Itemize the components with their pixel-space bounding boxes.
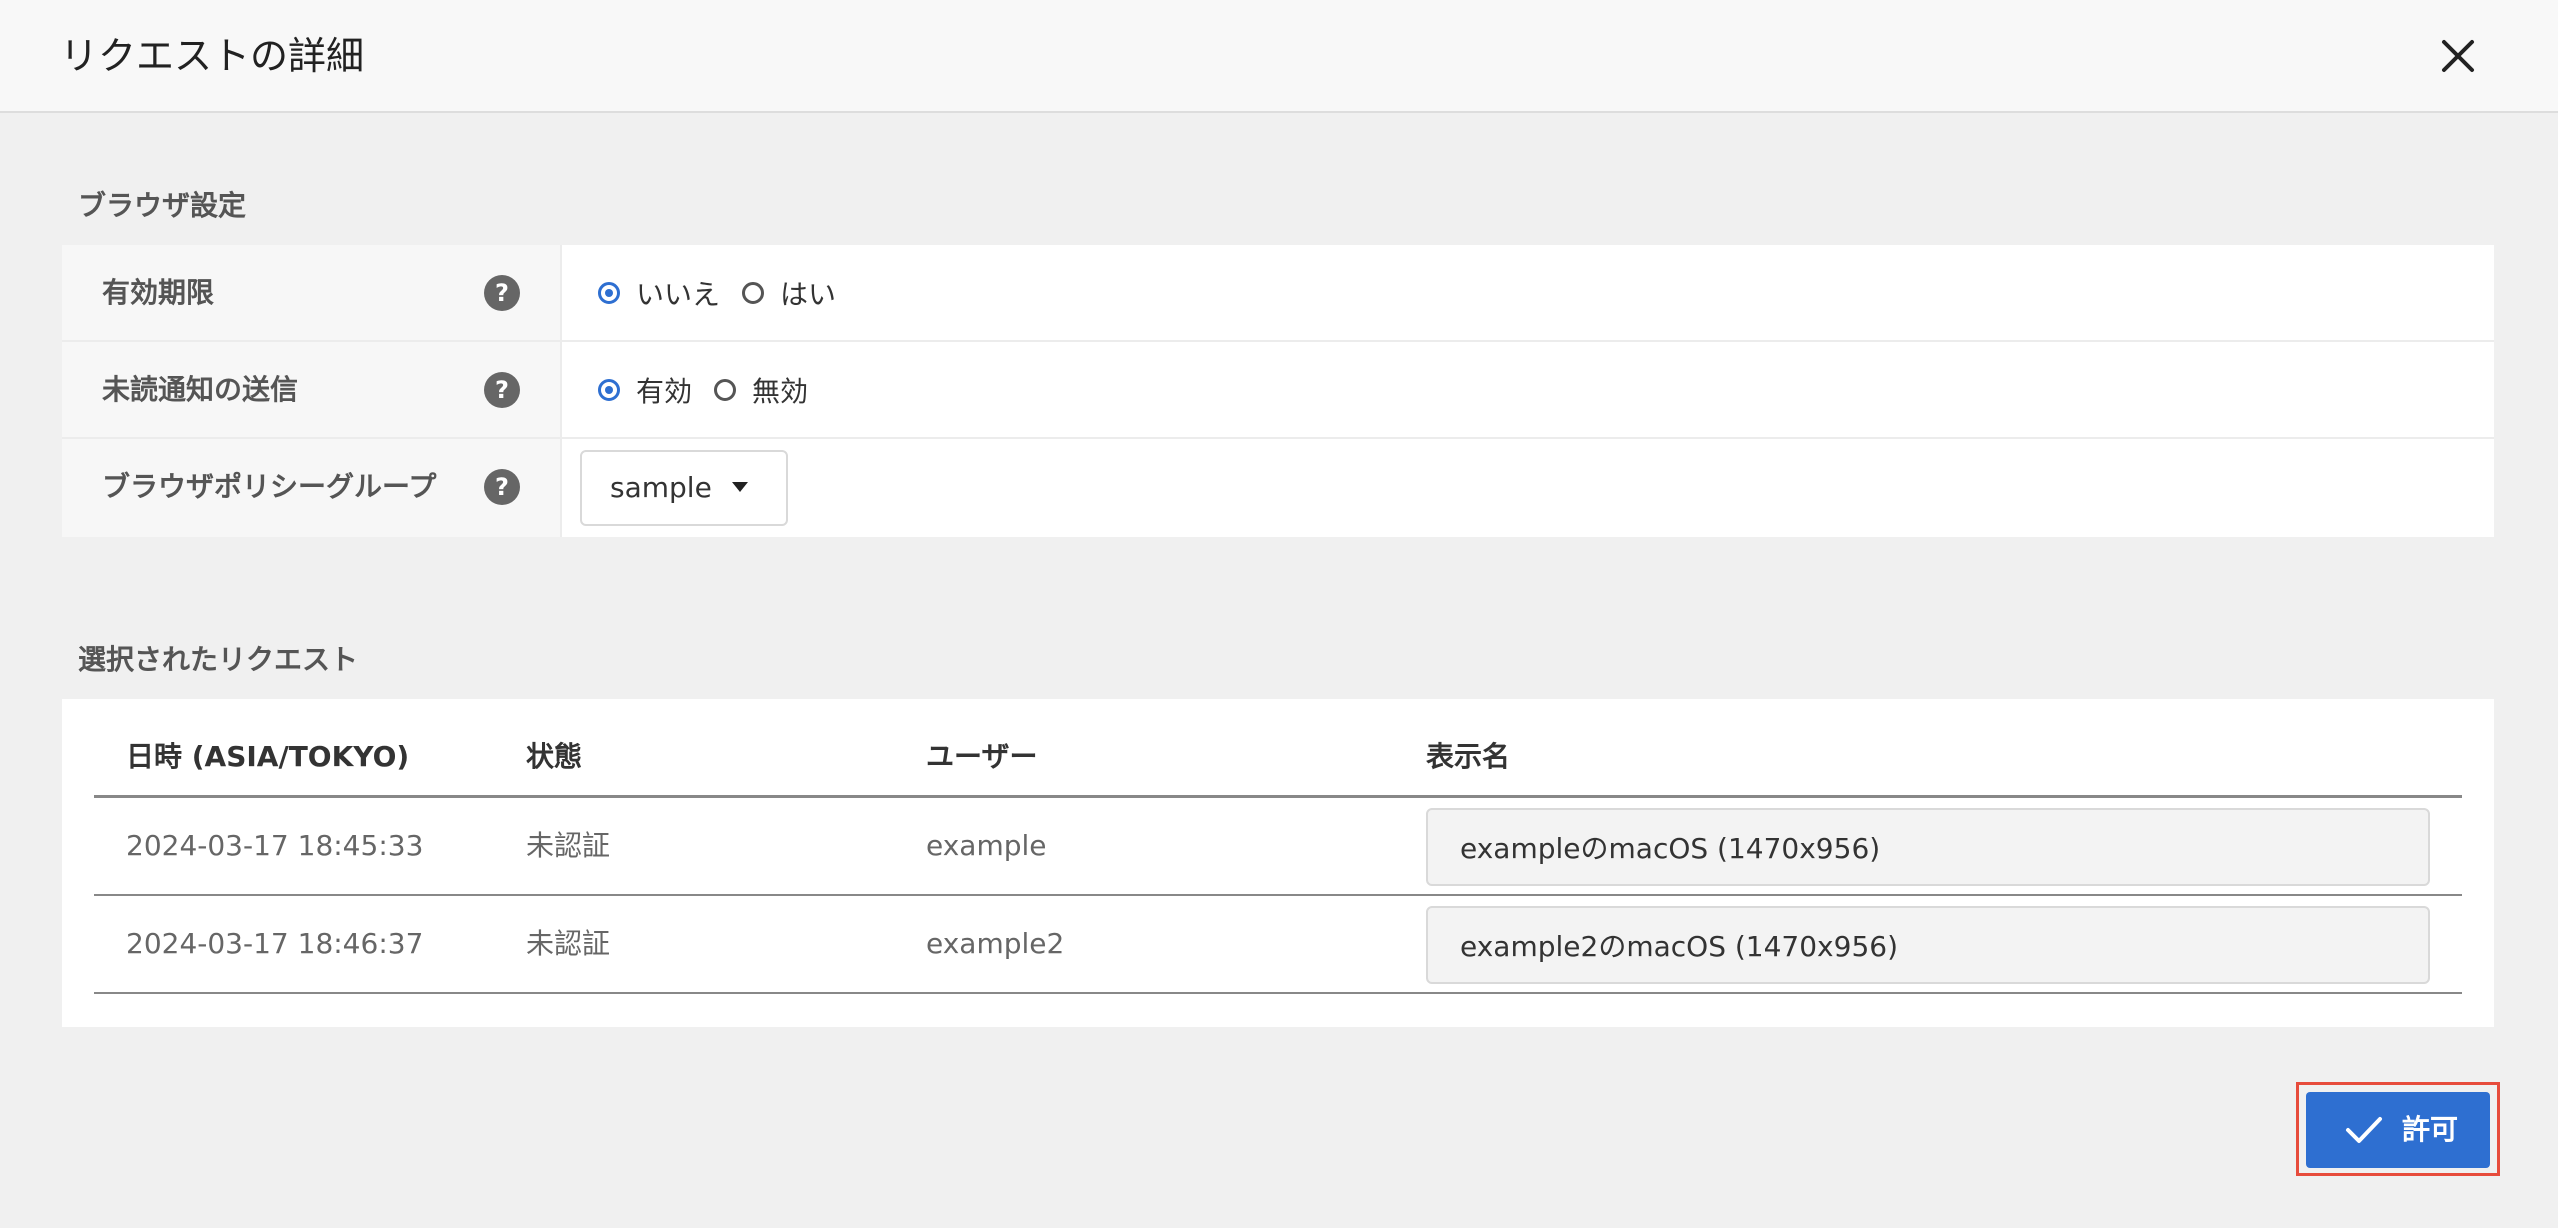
row-datetime: 2024-03-17 18:46:37 (126, 927, 424, 960)
radio-label: いいえ (636, 277, 721, 311)
column-header-status: 状態 (526, 740, 583, 773)
column-header-user: ユーザー (926, 740, 1038, 773)
check-icon (2346, 1117, 2382, 1143)
unread-notification-help-icon[interactable]: ? (484, 372, 520, 408)
expiration-label-cell: 有効期限 ? (62, 245, 562, 340)
policy-group-select[interactable]: sample (580, 450, 788, 526)
unread-notification-radio-group: 有効 無効 (598, 342, 830, 437)
selected-requests-title: 選択されたリクエスト (78, 643, 359, 676)
policy-group-help-icon[interactable]: ? (484, 469, 520, 505)
expiration-radio-group: いいえ はい (598, 245, 858, 340)
table-row: 2024-03-17 18:46:37 未認証 example2 (94, 896, 2462, 994)
column-header-display-name: 表示名 (1426, 740, 1511, 773)
browser-settings-title: ブラウザ設定 (78, 189, 247, 222)
unread-notification-row: 未読通知の送信 ? 有効 無効 (62, 342, 2494, 439)
expiration-label: 有効期限 (102, 276, 215, 309)
display-name-input[interactable] (1426, 906, 2430, 984)
approve-button-label: 許可 (2402, 1113, 2459, 1146)
radio-unchecked-icon[interactable] (742, 281, 765, 304)
expiration-help-icon[interactable]: ? (484, 275, 520, 311)
display-name-input[interactable] (1426, 808, 2430, 886)
radio-label: 無効 (752, 374, 809, 408)
approve-button[interactable]: 許可 (2306, 1092, 2490, 1168)
policy-group-label: ブラウザポリシーグループ (102, 470, 437, 503)
expiration-option-yes[interactable]: はい (742, 273, 836, 313)
radio-checked-icon[interactable] (598, 281, 620, 304)
row-datetime: 2024-03-17 18:45:33 (126, 829, 424, 862)
table-row: 2024-03-17 18:45:33 未認証 example (94, 798, 2462, 896)
policy-group-selected-value: sample (610, 471, 712, 504)
expiration-row: 有効期限 ? いいえ はい (62, 245, 2494, 342)
radio-checked-icon[interactable] (598, 378, 620, 401)
row-user: example2 (926, 927, 1065, 960)
radio-label: はい (780, 277, 837, 311)
row-status: 未認証 (526, 829, 611, 862)
unread-notification-label-cell: 未読通知の送信 ? (62, 342, 562, 437)
unread-notification-label: 未読通知の送信 (102, 373, 299, 406)
browser-settings-panel: 有効期限 ? いいえ はい 未読通知の送信 ? 有効 無効 ブラウザポリシーグル… (62, 245, 2494, 537)
dialog-header: リクエストの詳細 (0, 0, 2558, 113)
expiration-option-no[interactable]: いいえ (598, 273, 720, 313)
close-icon (2442, 40, 2474, 72)
radio-unchecked-icon[interactable] (714, 378, 737, 401)
unread-notification-option-enabled[interactable]: 有効 (598, 370, 692, 410)
unread-notification-option-disabled[interactable]: 無効 (714, 370, 808, 410)
radio-label: 有効 (636, 374, 693, 408)
column-header-datetime: 日時 (ASIA/TOKYO) (126, 740, 410, 773)
dialog-title: リクエストの詳細 (60, 34, 365, 78)
close-button[interactable] (2432, 30, 2484, 82)
policy-group-label-cell: ブラウザポリシーグループ ? (62, 439, 562, 537)
caret-down-icon (732, 482, 748, 492)
row-status: 未認証 (526, 927, 611, 960)
policy-group-row: ブラウザポリシーグループ ? sample (62, 439, 2494, 537)
row-user: example (926, 829, 1047, 862)
selected-requests-panel: 日時 (ASIA/TOKYO) 状態 ユーザー 表示名 2024-03-17 1… (62, 699, 2494, 1027)
